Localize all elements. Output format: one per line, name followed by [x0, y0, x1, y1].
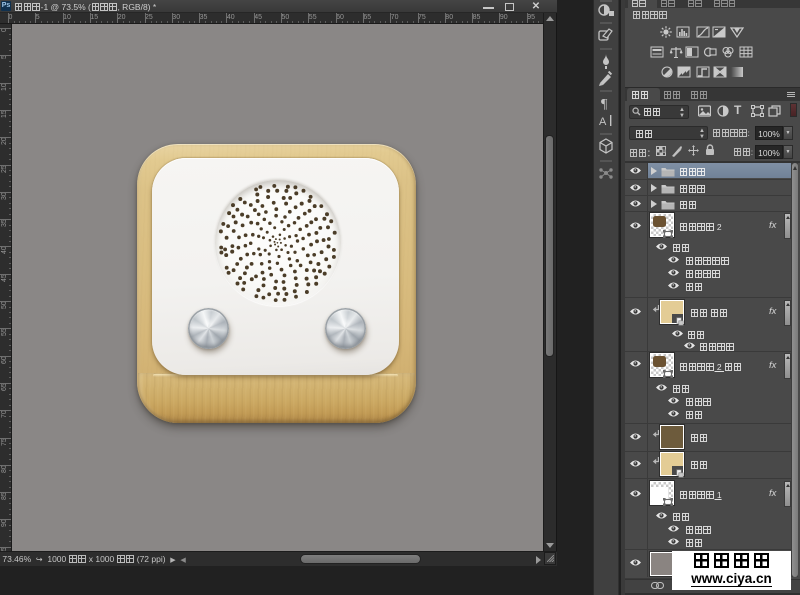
svg-text:A: A — [599, 116, 607, 128]
svg-text:¶: ¶ — [601, 97, 608, 111]
